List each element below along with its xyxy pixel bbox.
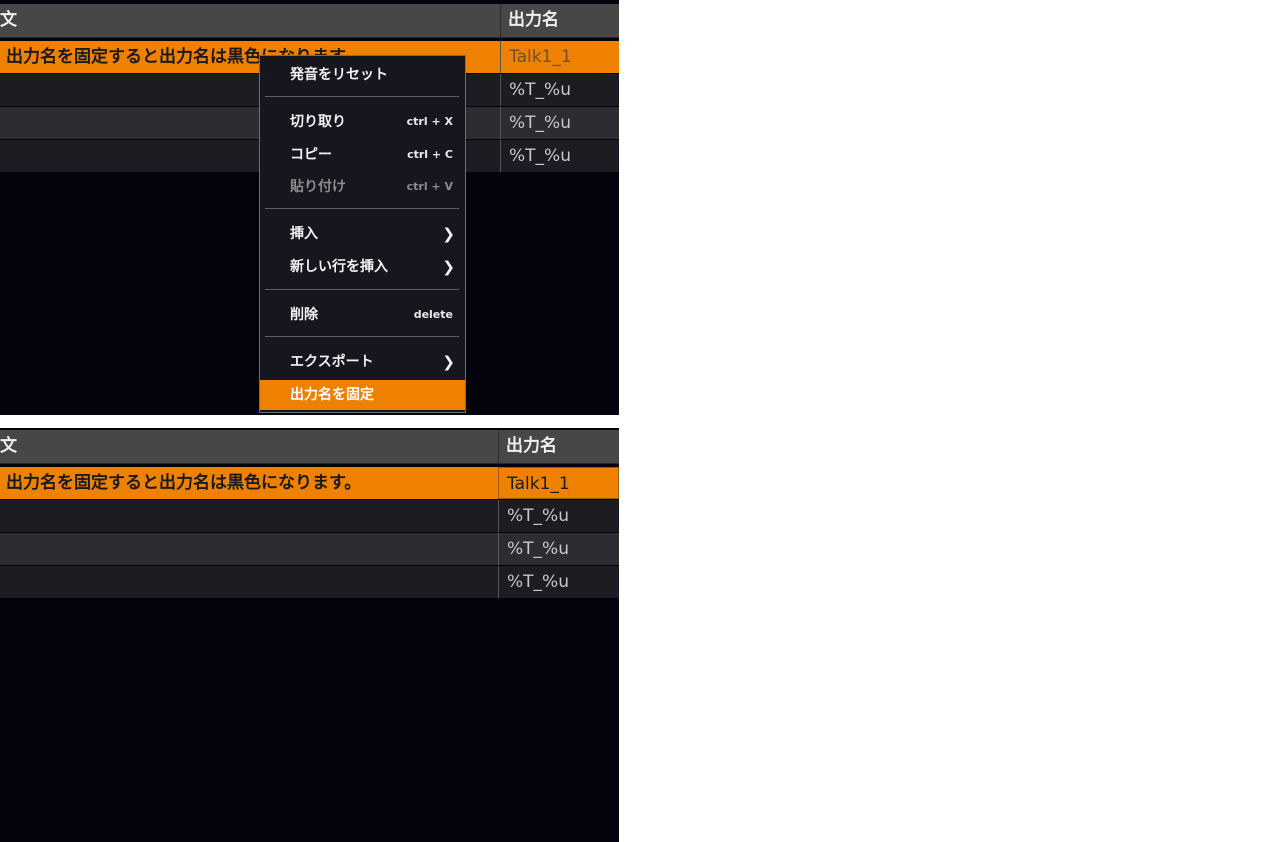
row-text-cell[interactable]: 出力名を固定すると出力名は黒色になります。 [0,467,500,499]
table-row-selected[interactable]: 出力名を固定すると出力名は黒色になります。 Talk1_1 [0,467,619,499]
menu-item-shortcut: delete [413,308,453,321]
menu-item-fix-output-name[interactable]: 出力名を固定 [260,380,465,410]
column-header-text[interactable]: 文 [0,4,500,37]
menu-item-label: 削除 [290,307,318,323]
column-header-text[interactable]: 文 [0,430,500,463]
row-output-name-cell[interactable]: %T_%u [498,533,619,565]
menu-item-delete[interactable]: 削除 delete [260,300,465,330]
row-text-cell[interactable] [0,500,500,532]
row-output-name-cell[interactable]: %T_%u [498,500,619,532]
menu-item-insert-new-row[interactable]: 新しい行を挿入 ❯ [260,252,465,282]
table-header: 文 出力名 [0,4,619,38]
row-output-name-cell[interactable]: %T_%u [500,140,619,172]
menu-item-copy[interactable]: コピー ctrl + C [260,140,465,170]
menu-item-shortcut: ctrl + V [406,180,453,193]
menu-separator [265,96,459,97]
menu-item-export[interactable]: エクスポート ❯ [260,347,465,377]
row-output-name-cell[interactable]: Talk1_1 [500,41,619,73]
menu-item-label: 貼り付け [290,179,346,195]
menu-item-label: 新しい行を挿入 [290,259,388,275]
table-header: 文 出力名 [0,430,619,464]
row-text-cell[interactable] [0,566,500,598]
menu-separator [265,289,459,290]
table-panel-after: 文 出力名 出力名を固定すると出力名は黒色になります。 Talk1_1 %T_%… [0,428,619,842]
context-menu: 発音をリセット 切り取り ctrl + X コピー ctrl + C 貼り付け … [259,55,466,413]
row-output-name-cell[interactable]: %T_%u [498,566,619,598]
row-output-name-cell[interactable]: Talk1_1 [498,467,619,499]
table-row[interactable]: %T_%u [0,500,619,532]
menu-item-paste[interactable]: 貼り付け ctrl + V [260,172,465,202]
menu-separator [265,208,459,209]
menu-item-shortcut: ctrl + X [406,115,453,128]
column-header-output-name[interactable]: 出力名 [500,4,619,37]
row-output-name-cell[interactable]: %T_%u [500,107,619,139]
menu-item-reset-pronunciation[interactable]: 発音をリセット [260,60,465,90]
chevron-right-icon: ❯ [442,225,455,243]
table-panel-before: 文 出力名 出力名を固定すると出力名は黒色になります。 Talk1_1 %T_%… [0,0,619,415]
menu-item-cut[interactable]: 切り取り ctrl + X [260,107,465,137]
menu-item-label: エクスポート [290,354,374,370]
table-row[interactable]: %T_%u [0,566,619,598]
menu-item-insert[interactable]: 挿入 ❯ [260,219,465,249]
menu-separator [265,336,459,337]
row-text-cell[interactable] [0,533,500,565]
chevron-right-icon: ❯ [442,258,455,276]
row-output-name-cell[interactable]: %T_%u [500,74,619,106]
menu-item-label: 挿入 [290,226,318,242]
menu-item-label: 出力名を固定 [290,387,374,403]
menu-item-label: コピー [290,147,332,163]
chevron-right-icon: ❯ [442,353,455,371]
table-row[interactable]: %T_%u [0,533,619,565]
menu-item-label: 切り取り [290,114,346,130]
column-header-output-name[interactable]: 出力名 [498,430,619,463]
menu-item-label: 発音をリセット [290,67,388,83]
menu-item-shortcut: ctrl + C [407,148,453,161]
